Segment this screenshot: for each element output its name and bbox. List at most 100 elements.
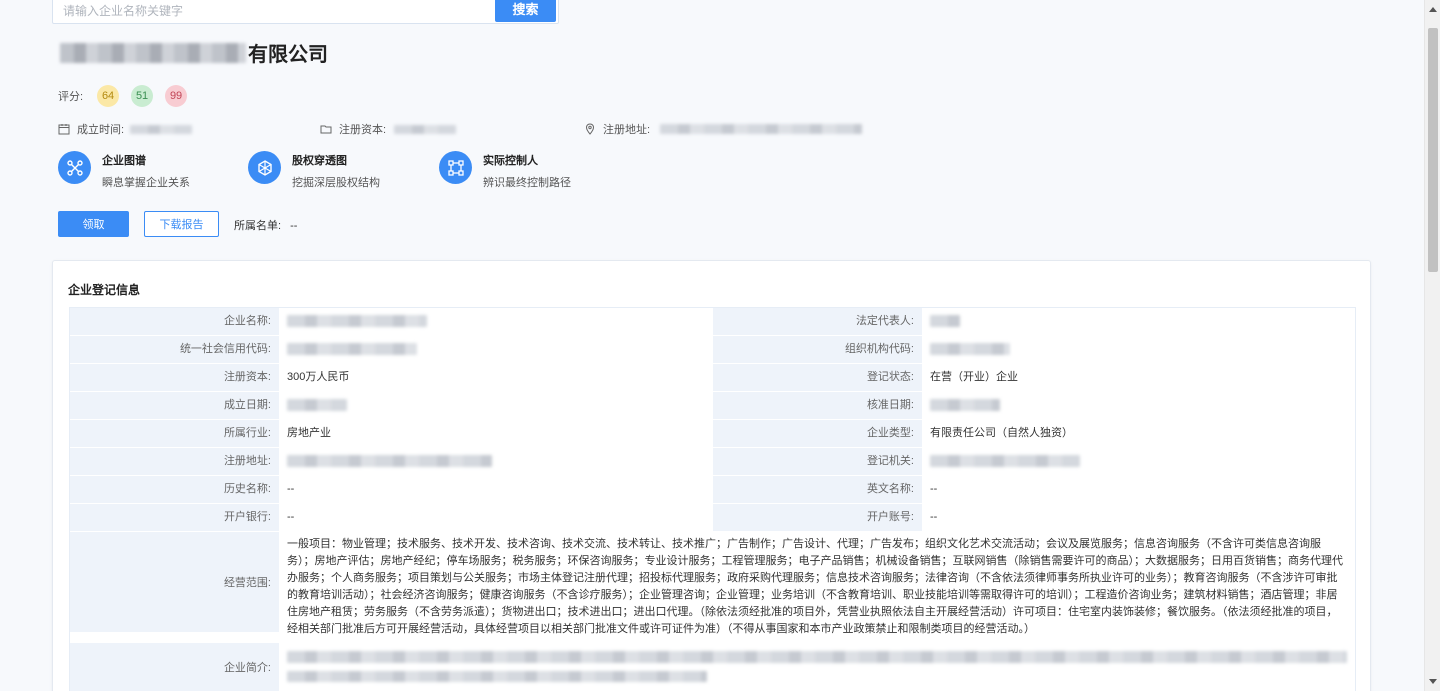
- feature-title: 企业图谱: [102, 155, 146, 167]
- field-value: --: [279, 476, 713, 503]
- field-value: --: [279, 504, 713, 531]
- score-badge: 51: [131, 85, 154, 107]
- calendar-icon: [58, 124, 70, 135]
- redacted-value: [287, 343, 417, 356]
- field-label: 企业简介:: [70, 643, 279, 691]
- redacted-value: [930, 455, 1080, 468]
- field-label: 经营范围:: [70, 532, 279, 632]
- meta-capital: 注册资本:: [320, 121, 457, 137]
- search-button[interactable]: 搜索: [495, 0, 556, 22]
- field-value: 300万人民币: [279, 364, 713, 391]
- redacted-value: [130, 124, 193, 134]
- field-value: 房地产业: [279, 420, 713, 447]
- score-badge: 99: [165, 85, 188, 107]
- table-row: 成立日期: 核准日期:: [70, 392, 1355, 420]
- feature-title: 实际控制人: [483, 155, 538, 167]
- claim-button[interactable]: 领取: [58, 211, 129, 237]
- field-value: [279, 448, 713, 475]
- field-label: 登记状态:: [713, 364, 922, 391]
- scroll-up-arrow-icon[interactable]: [1429, 7, 1437, 12]
- field-value: --: [922, 476, 1355, 503]
- score-badge: 64: [97, 85, 120, 107]
- page: 搜索 有限公司 评分: 64 51 99 成立时间: 注册资本: 注册地址: 企…: [0, 0, 1424, 691]
- field-label: 企业名称:: [70, 308, 279, 335]
- meta-established: 成立时间:: [58, 121, 193, 137]
- redacted-value: [930, 315, 960, 328]
- field-value: [922, 392, 1355, 419]
- company-name-suffix: 有限公司: [248, 44, 328, 66]
- field-label: 注册地址:: [70, 448, 279, 475]
- field-value: [922, 308, 1355, 335]
- table-row-scope: 经营范围: 一般项目：物业管理；技术服务、技术开发、技术咨询、技术交流、技术转让…: [70, 532, 1355, 643]
- registration-table: 企业名称: 法定代表人: 统一社会信用代码: 组织机构代码: 注册资本: 300…: [69, 307, 1356, 691]
- capital-label: 注册资本:: [339, 124, 387, 136]
- redacted-value: [930, 343, 1010, 356]
- table-row: 注册地址: 登记机关:: [70, 448, 1355, 476]
- download-report-button[interactable]: 下载报告: [144, 211, 219, 237]
- field-label: 法定代表人:: [713, 308, 922, 335]
- field-value: 有限责任公司（自然人独资）: [922, 420, 1355, 447]
- field-value: --: [922, 504, 1355, 531]
- folder-icon: [320, 125, 332, 134]
- feature-desc: 挖掘深层股权结构: [292, 177, 380, 189]
- redacted-value: [394, 124, 457, 134]
- feature-desc: 辨识最终控制路径: [483, 177, 571, 189]
- scrollbar-thumb[interactable]: [1428, 28, 1438, 272]
- table-row: 统一社会信用代码: 组织机构代码:: [70, 336, 1355, 364]
- table-row: 注册资本: 300万人民币 登记状态: 在营（开业）企业: [70, 364, 1355, 392]
- field-value: [279, 643, 1355, 691]
- meta-address: 注册地址:: [584, 121, 863, 137]
- search-bar: 搜索: [52, 0, 559, 24]
- redacted-value: [287, 671, 707, 682]
- field-label: 组织机构代码:: [713, 336, 922, 363]
- field-label: 注册资本:: [70, 364, 279, 391]
- list-info: 所属名单: --: [234, 217, 297, 233]
- redacted-value: [287, 399, 347, 412]
- field-label: 登记机关:: [713, 448, 922, 475]
- field-label: 英文名称:: [713, 476, 922, 503]
- table-row: 开户银行: -- 开户账号: --: [70, 504, 1355, 532]
- field-label: 历史名称:: [70, 476, 279, 503]
- redacted-company-name: [60, 42, 246, 63]
- established-label: 成立时间:: [77, 124, 125, 136]
- network-icon: [58, 151, 91, 184]
- feature-equity-penetration[interactable]: 股权穿透图 挖掘深层股权结构: [248, 151, 380, 190]
- table-row: 企业名称: 法定代表人:: [70, 308, 1355, 336]
- address-label: 注册地址:: [603, 124, 651, 136]
- registration-title: 企业登记信息: [68, 283, 141, 297]
- field-value: [279, 392, 713, 419]
- field-value: [922, 448, 1355, 475]
- feature-actual-controller[interactable]: 实际控制人 辨识最终控制路径: [439, 151, 571, 190]
- redacted-value: [660, 124, 863, 134]
- redacted-value: [287, 455, 492, 468]
- feature-enterprise-graph[interactable]: 企业图谱 瞬息掌握企业关系: [58, 151, 190, 190]
- location-pin-icon: [585, 123, 595, 135]
- table-row: 历史名称: -- 英文名称: --: [70, 476, 1355, 504]
- vertical-scrollbar[interactable]: [1424, 0, 1440, 691]
- redacted-value: [930, 399, 1000, 412]
- registration-card: 企业登记信息 企业名称: 法定代表人: 统一社会信用代码: 组织机构代码: 注册…: [52, 260, 1371, 691]
- business-scope-text: 一般项目：物业管理；技术服务、技术开发、技术咨询、技术交流、技术转让、技术推广；…: [279, 532, 1355, 642]
- field-label: 核准日期:: [713, 392, 922, 419]
- company-title: 有限公司: [60, 38, 328, 67]
- field-label: 企业类型:: [713, 420, 922, 447]
- search-input[interactable]: [63, 1, 483, 21]
- table-row: 所属行业: 房地产业 企业类型: 有限责任公司（自然人独资）: [70, 420, 1355, 448]
- field-label: 成立日期:: [70, 392, 279, 419]
- field-value: [279, 308, 713, 335]
- list-value: --: [290, 220, 298, 232]
- table-row-intro: 企业简介:: [70, 643, 1355, 691]
- field-label: 统一社会信用代码:: [70, 336, 279, 363]
- field-value: 在营（开业）企业: [922, 364, 1355, 391]
- redacted-value: [287, 315, 427, 328]
- scroll-down-arrow-icon[interactable]: [1429, 679, 1437, 684]
- field-label: 所属行业:: [70, 420, 279, 447]
- control-icon: [439, 151, 472, 184]
- feature-desc: 瞬息掌握企业关系: [102, 177, 190, 189]
- scores-label: 评分:: [58, 91, 84, 103]
- redacted-value: [287, 651, 1347, 663]
- feature-title: 股权穿透图: [292, 155, 347, 167]
- list-label: 所属名单:: [234, 220, 282, 232]
- structure-icon: [248, 151, 281, 184]
- field-value: [922, 336, 1355, 363]
